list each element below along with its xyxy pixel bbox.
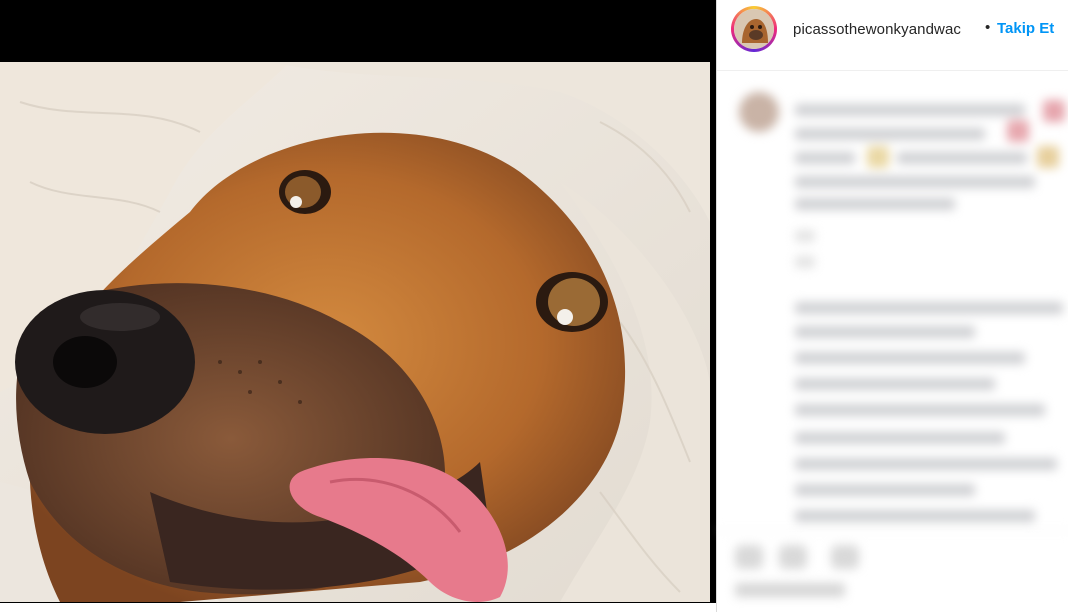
comment-line <box>795 484 975 496</box>
comment-line <box>795 198 955 210</box>
share-icon[interactable] <box>831 545 859 569</box>
media-bottom-edge <box>0 603 716 612</box>
comment-line <box>795 432 1005 444</box>
comment-line <box>795 104 1025 116</box>
comment-line <box>795 152 855 164</box>
separator-dot: • <box>985 19 991 36</box>
post-header: picassothewonkyandwac • Takip Et <box>717 0 1068 71</box>
story-ring[interactable] <box>731 6 777 52</box>
comment-avatar <box>739 92 779 132</box>
likes-count <box>735 583 845 597</box>
username[interactable]: picassothewonkyandwac <box>793 21 983 38</box>
comment-line <box>795 378 995 390</box>
emoji-chip <box>1007 120 1029 142</box>
comment-line <box>795 458 1057 470</box>
comment-line <box>795 352 1025 364</box>
post-actions-blurred <box>717 530 1068 613</box>
comment-line <box>795 176 1035 188</box>
emoji-chip <box>867 146 889 168</box>
follow-button[interactable]: Takip Et <box>997 20 1054 37</box>
comment-line <box>795 256 815 268</box>
like-icon[interactable] <box>735 545 763 569</box>
post-sidebar: picassothewonkyandwac • Takip Et <box>716 0 1068 612</box>
comment-line <box>795 326 975 338</box>
comment-line <box>795 404 1045 416</box>
post-photo[interactable] <box>0 62 710 602</box>
comments-section-blurred <box>717 70 1068 540</box>
comment-line <box>795 302 1063 314</box>
avatar[interactable] <box>734 9 774 49</box>
avatar-dog-icon <box>734 9 774 49</box>
comment-line <box>795 230 815 242</box>
comment-line <box>795 510 1035 522</box>
post-media-panel <box>0 0 716 612</box>
emoji-chip <box>1037 146 1059 168</box>
comment-icon[interactable] <box>779 545 807 569</box>
comment-line <box>795 128 985 140</box>
comment-line <box>897 152 1027 164</box>
dog-photo-image <box>0 62 710 602</box>
emoji-chip <box>1043 100 1065 122</box>
